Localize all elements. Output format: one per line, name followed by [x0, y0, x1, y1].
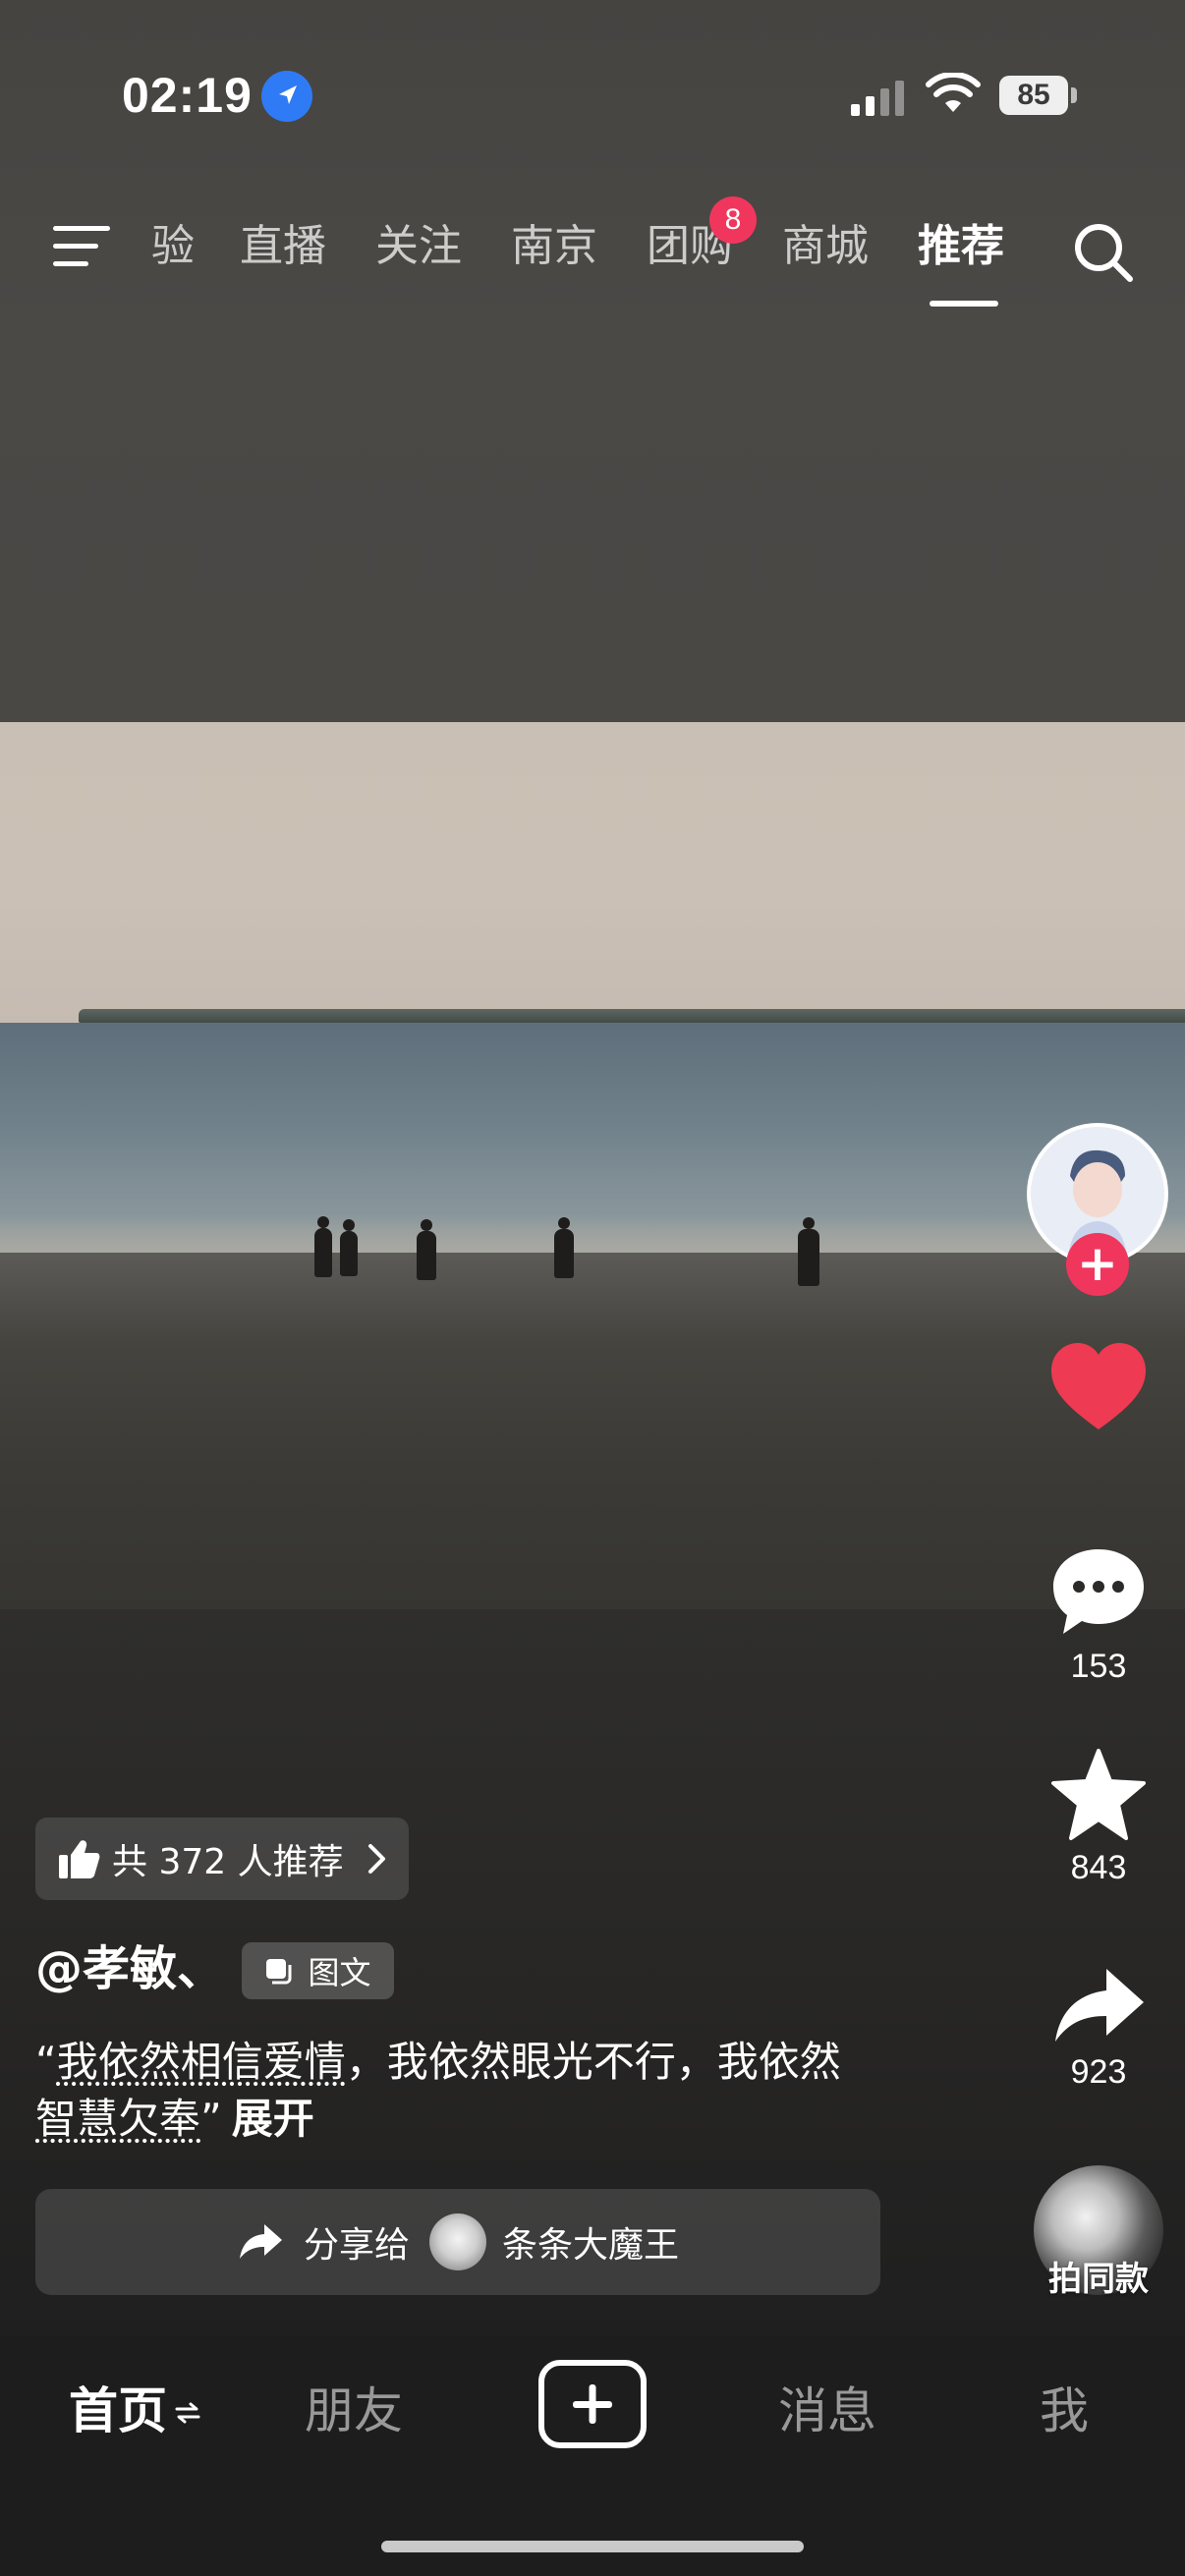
expand-button[interactable]: 展开 [232, 2095, 314, 2143]
photo-beach [0, 1253, 1185, 1609]
post-type-tag: 图文 [242, 1942, 394, 1999]
caption-close-quote: ” [200, 2095, 222, 2143]
tab-partial[interactable]: 验 [151, 220, 195, 279]
top-navigation: 验 直播 关注 南京 团购 8 商城 推荐 [0, 196, 1185, 314]
tab-nanjing[interactable]: 南京 [511, 220, 597, 279]
active-tab-indicator [930, 301, 998, 307]
image-text-icon [266, 1959, 292, 1985]
photo-person [417, 1219, 436, 1280]
bottom-tab-bar: 首页 朋友 消息 我 [0, 2336, 1185, 2576]
tab-friends[interactable]: 朋友 [305, 2372, 403, 2450]
same-style-label[interactable]: 拍同款 [1018, 2252, 1179, 2300]
comment-icon [1053, 1549, 1144, 1634]
post-image[interactable] [0, 722, 1185, 1609]
location-arrow-icon [261, 71, 312, 122]
share-arrow-icon [1055, 1969, 1144, 2042]
create-button[interactable] [538, 2360, 647, 2448]
like-button[interactable] [1032, 1341, 1165, 1431]
share-to-friend-bar[interactable]: 分享给 条条大魔王 [35, 2189, 880, 2295]
share-button[interactable]: 923 [1032, 1965, 1165, 2092]
tab-messages[interactable]: 消息 [778, 2372, 876, 2450]
follow-button[interactable]: + [1066, 1233, 1129, 1296]
favorite-count: 843 [1070, 1849, 1127, 1886]
tab-home[interactable]: 首页 [69, 2372, 167, 2450]
battery-cap [1071, 87, 1077, 103]
photo-person [340, 1219, 358, 1276]
tab-live[interactable]: 直播 [240, 220, 326, 279]
chevron-right-icon [367, 1844, 385, 1874]
caption-text: ，我依然眼光不行，我依然 [345, 2038, 841, 2086]
caption-hashtag[interactable]: 智慧欠奉 [35, 2095, 200, 2143]
post-type-label: 图文 [308, 1954, 371, 1991]
author-name[interactable]: @孝敏、 [35, 1937, 224, 2000]
heart-icon [1051, 1343, 1146, 1429]
tab-recommend[interactable]: 推荐 [918, 220, 1004, 279]
thumbs-up-icon [59, 1840, 100, 1878]
post-caption[interactable]: “我依然相信爱情，我依然眼光不行，我依然 智慧欠奉” 展开 [35, 2034, 920, 2148]
star-icon [1051, 1749, 1146, 1840]
search-icon[interactable] [1069, 218, 1138, 287]
photo-person [798, 1217, 819, 1286]
tab-me[interactable]: 我 [1040, 2372, 1089, 2450]
photo-person [554, 1217, 574, 1278]
plus-icon [573, 2384, 612, 2424]
cellular-signal-icon [851, 81, 904, 116]
caption-hashtag[interactable]: 我依然相信爱情 [57, 2038, 346, 2086]
switch-arrows-icon [175, 2402, 200, 2424]
favorite-button[interactable]: 843 [1032, 1749, 1165, 1887]
recommend-label: 共 372 人推荐 [112, 1842, 344, 1882]
friend-avatar [429, 2213, 486, 2270]
recommend-chip[interactable]: 共 372 人推荐 [35, 1818, 409, 1900]
menu-icon[interactable] [51, 222, 112, 271]
comment-button[interactable]: 153 [1032, 1545, 1165, 1686]
share-target-name: 条条大魔王 [502, 2225, 680, 2266]
status-time: 02:19 [122, 68, 253, 123]
home-indicator [381, 2541, 804, 2552]
tab-following[interactable]: 关注 [375, 220, 462, 279]
status-bar: 02:19 85 [0, 0, 1185, 187]
share-arrow-icon [239, 2224, 282, 2259]
photo-sky [0, 722, 1185, 1027]
photo-far-shore [79, 1009, 1185, 1023]
comment-count: 153 [1070, 1648, 1127, 1685]
notification-badge: 8 [709, 196, 757, 244]
caption-open-quote: “ [35, 2038, 57, 2086]
share-count: 923 [1070, 2053, 1127, 2091]
photo-person [314, 1216, 332, 1277]
tab-mall[interactable]: 商城 [782, 220, 869, 279]
battery-icon: 85 [999, 76, 1068, 115]
wifi-icon [926, 73, 981, 112]
share-to-label: 分享给 [303, 2225, 410, 2266]
